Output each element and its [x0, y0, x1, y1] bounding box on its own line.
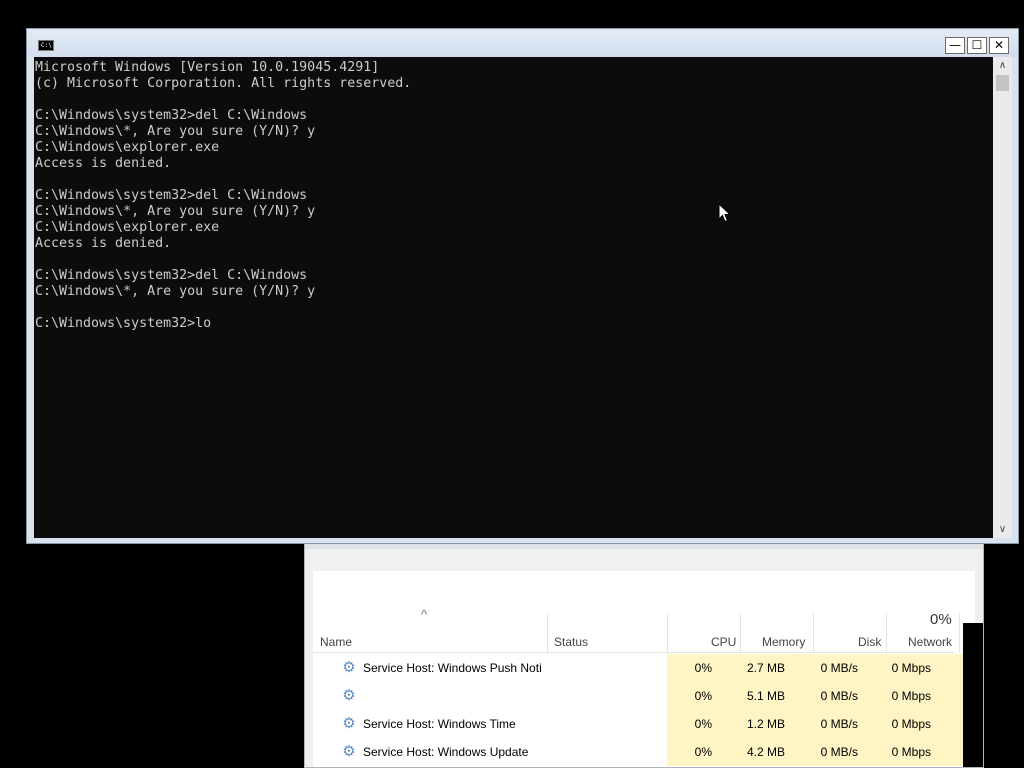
disk-value: 0 MB/s — [820, 717, 858, 731]
column-header-memory[interactable]: Memory — [762, 635, 805, 649]
disk-value: 0 MB/s — [820, 689, 858, 703]
column-divider[interactable] — [886, 613, 887, 653]
gear-icon: ⚙ — [342, 743, 356, 760]
network-value: 0 Mbps — [891, 661, 931, 675]
task-manager-process-list: ^ 0% Name Status CPU Memory Disk Network… — [313, 571, 977, 767]
column-header-network[interactable]: Network — [908, 635, 952, 649]
occluded-area — [963, 623, 983, 767]
process-row[interactable]: ⚙ 0% 5.1 MB 0 MB/s 0 Mbps — [313, 682, 967, 710]
console-output[interactable]: Microsoft Windows [Version 10.0.19045.42… — [34, 57, 993, 538]
memory-value: 4.2 MB — [746, 745, 785, 759]
vertical-scrollbar[interactable]: ∧ ∨ — [993, 57, 1012, 538]
process-name: Service Host: Windows Push Notifi — [363, 661, 541, 675]
process-row[interactable]: ⚙ Service Host: Windows Update 0% 4.2 MB… — [313, 738, 967, 766]
column-divider[interactable] — [667, 613, 668, 653]
console-app-icon[interactable]: C:\ — [38, 40, 54, 51]
close-button[interactable]: ✕ — [989, 37, 1009, 54]
task-manager-window: ^ 0% Name Status CPU Memory Disk Network… — [304, 540, 984, 768]
column-header-name[interactable]: Name — [320, 635, 352, 649]
scroll-thumb[interactable] — [996, 75, 1009, 91]
process-row[interactable]: ⚙ Service Host: Windows Time 0% 1.2 MB 0… — [313, 710, 967, 738]
gear-icon: ⚙ — [342, 687, 356, 704]
minimize-button[interactable]: — — [945, 37, 965, 54]
gear-icon: ⚙ — [342, 659, 356, 676]
console-icon-glyph: C:\ — [41, 42, 52, 49]
mouse-pointer-icon — [718, 203, 732, 223]
maximize-button[interactable]: ☐ — [967, 37, 987, 54]
cpu-total-percent: 0% — [930, 611, 952, 628]
column-header-cpu[interactable]: CPU — [711, 635, 736, 649]
process-name: Service Host: Windows Time — [363, 717, 516, 731]
column-divider[interactable] — [547, 613, 548, 653]
command-prompt-window[interactable]: C:\ — ☐ ✕ Microsoft Windows [Version 10.… — [26, 28, 1019, 544]
gear-icon: ⚙ — [342, 715, 356, 732]
column-header-disk[interactable]: Disk — [858, 635, 881, 649]
network-value: 0 Mbps — [891, 745, 931, 759]
column-divider[interactable] — [813, 613, 814, 653]
memory-value: 1.2 MB — [746, 717, 785, 731]
process-row[interactable]: ⚙ Service Host: Windows Push Notifi 0% 2… — [313, 654, 967, 682]
cpu-value: 0% — [694, 689, 712, 703]
disk-value: 0 MB/s — [820, 745, 858, 759]
sort-arrow-icon[interactable]: ^ — [421, 607, 427, 622]
scroll-down-icon[interactable]: ∨ — [993, 521, 1012, 538]
cpu-value: 0% — [694, 661, 712, 675]
scroll-up-icon[interactable]: ∧ — [993, 57, 1012, 74]
title-bar[interactable]: C:\ — ☐ ✕ — [27, 29, 1018, 57]
console-text[interactable]: Microsoft Windows [Version 10.0.19045.42… — [34, 57, 993, 332]
network-value: 0 Mbps — [891, 689, 931, 703]
memory-value: 2.7 MB — [746, 661, 785, 675]
disk-value: 0 MB/s — [820, 661, 858, 675]
cpu-value: 0% — [694, 717, 712, 731]
header-divider — [313, 652, 955, 653]
column-divider[interactable] — [740, 613, 741, 653]
cpu-value: 0% — [694, 745, 712, 759]
process-name: Service Host: Windows Update — [363, 745, 529, 759]
network-value: 0 Mbps — [891, 717, 931, 731]
column-divider[interactable] — [959, 613, 960, 653]
column-header-status[interactable]: Status — [554, 635, 588, 649]
memory-value: 5.1 MB — [746, 689, 785, 703]
